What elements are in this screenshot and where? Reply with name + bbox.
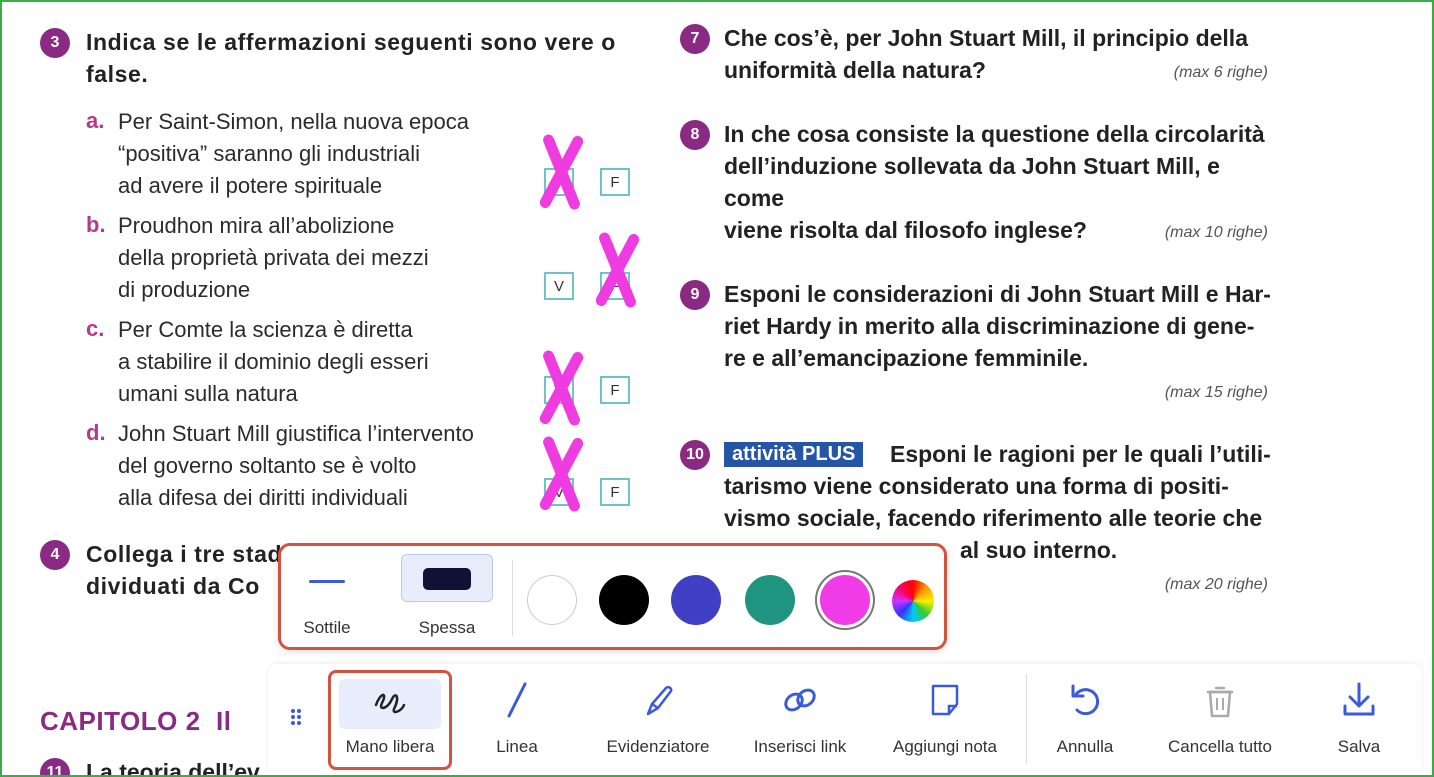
tool-freehand-label: Mano libera [345, 737, 435, 756]
tool-freehand-button[interactable]: Mano libera [328, 670, 452, 770]
answer-box-f[interactable]: F [600, 478, 630, 506]
question-number-8: 8 [680, 120, 710, 150]
tool-highlighter-label: Evidenziatore [606, 737, 710, 756]
tool-highlighter-button[interactable]: Evidenziatore [588, 668, 728, 768]
item-a-letter: a. [86, 108, 105, 133]
color-black[interactable] [599, 575, 649, 625]
freehand-x-mark[interactable] [588, 234, 646, 306]
question-10-text: tarismo viene considerato una forma di p… [724, 473, 1263, 531]
question-8-max: (max 10 righe) [1164, 224, 1268, 241]
question-number-11: 11 [40, 758, 70, 775]
download-icon [1343, 682, 1375, 716]
thickness-thin-option[interactable]: Sottile [289, 554, 365, 640]
tool-undo-button[interactable]: Annulla [1040, 668, 1130, 768]
thickness-thin-label: Sottile [303, 618, 351, 637]
color-blue[interactable] [671, 575, 721, 625]
question-number-7: 7 [680, 24, 710, 54]
tool-note-label: Aggiungi nota [893, 737, 997, 756]
thickness-thick-option[interactable]: Spessa [399, 554, 495, 640]
freehand-icon [374, 693, 406, 714]
freehand-x-mark[interactable] [532, 352, 590, 424]
question-7-max: (max 6 righe) [1173, 64, 1268, 81]
page-frame: 3 Indica se le affermazioni seguenti son… [0, 0, 1434, 777]
question-10-max: (max 20 righe) [1164, 576, 1268, 593]
pen-options-popup: Sottile Spessa [278, 543, 947, 650]
color-white[interactable] [527, 575, 577, 625]
tool-save-label: Salva [1337, 737, 1381, 756]
question-10-line4: al suo interno. [960, 537, 1118, 563]
color-magenta-selected[interactable] [820, 575, 870, 625]
question-3-text: Indica se le affermazioni seguenti sono … [86, 29, 616, 87]
question-number-4: 4 [40, 540, 70, 570]
tool-link-button[interactable]: Inserisci link [738, 668, 862, 768]
question-number-10: 10 [680, 440, 710, 470]
tool-line-button[interactable]: Linea [472, 668, 562, 768]
color-picker-custom[interactable] [892, 580, 934, 622]
color-teal[interactable] [745, 575, 795, 625]
toolbar-divider [1026, 674, 1027, 764]
annotation-toolbar: Mano libera Linea Evidenziatore Inserisc… [268, 664, 1422, 775]
popup-divider [512, 560, 513, 636]
item-a-text: Per Saint-Simon, nella nuova epoca “posi… [118, 109, 469, 198]
answer-box-v[interactable]: V [544, 272, 574, 300]
question-9-text: Esponi le considerazioni di John Stuart … [724, 281, 1271, 371]
line-icon [507, 682, 527, 718]
item-b-letter: b. [86, 212, 106, 237]
tool-note-button[interactable]: Aggiungi nota [880, 668, 1010, 768]
tool-save-button[interactable]: Salva [1314, 668, 1404, 768]
question-number-9: 9 [680, 280, 710, 310]
note-icon [931, 684, 959, 716]
thickness-thick-label: Spessa [418, 618, 476, 637]
question-11-text: La teoria dell’ev [86, 759, 260, 777]
activity-plus-tag: attività PLUS [724, 442, 864, 467]
item-d-letter: d. [86, 420, 106, 445]
highlighter-icon [646, 685, 673, 716]
question-9-max: (max 15 righe) [1164, 384, 1268, 401]
tool-clear-button[interactable]: Cancella tutto [1150, 668, 1290, 768]
tool-undo-label: Annulla [1056, 737, 1114, 756]
link-icon [784, 688, 816, 712]
answer-box-f[interactable]: F [600, 168, 630, 196]
question-4-line1: Collega i tre stad [86, 541, 283, 567]
thick-line-icon [423, 568, 471, 590]
chapter-heading: CAPITOLO 2 Il [40, 706, 232, 736]
item-c-text: Per Comte la scienza è diretta a stabili… [118, 317, 429, 406]
trash-icon [1206, 686, 1234, 718]
undo-icon [1071, 684, 1100, 716]
question-4-line2: dividuati da Co [86, 573, 260, 599]
question-10-line1: Esponi le ragioni per le quali l’utili- [890, 441, 1271, 467]
freehand-x-mark[interactable] [532, 438, 590, 510]
tool-clear-label: Cancella tutto [1168, 737, 1272, 756]
question-number-3: 3 [40, 28, 70, 58]
thin-line-icon [309, 580, 345, 583]
item-d-text: John Stuart Mill giustifica l’intervento… [118, 421, 474, 510]
tool-line-label: Linea [496, 737, 538, 756]
freehand-x-mark[interactable] [532, 136, 590, 208]
tool-link-label: Inserisci link [753, 737, 847, 756]
drag-handle-icon[interactable] [290, 708, 302, 726]
answer-box-f[interactable]: F [600, 376, 630, 404]
item-b-text: Proudhon mira all’abolizione della propr… [118, 213, 429, 302]
item-c-letter: c. [86, 316, 105, 341]
